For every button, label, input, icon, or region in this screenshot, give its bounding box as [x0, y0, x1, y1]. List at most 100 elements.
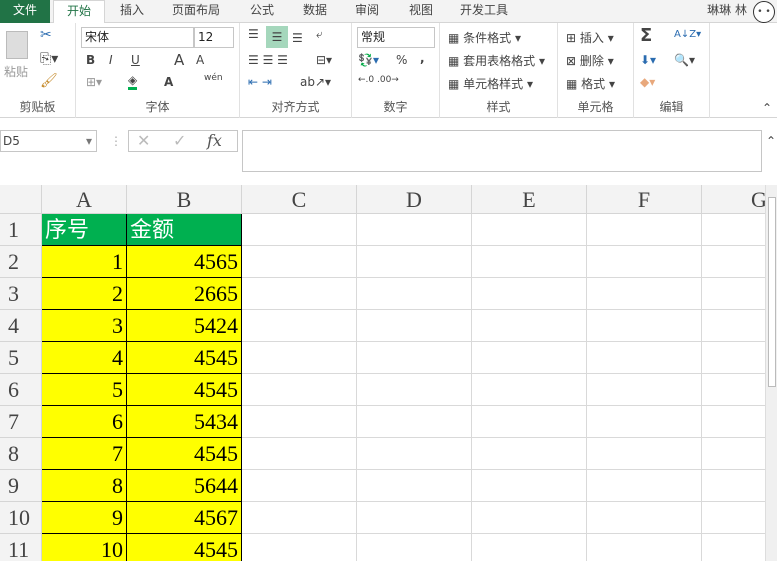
cell-B5[interactable]: 4545: [127, 342, 242, 374]
find-icon[interactable]: 🔍▾: [674, 53, 695, 67]
row-header-11[interactable]: 11: [0, 534, 42, 561]
cell-E3[interactable]: [472, 278, 587, 310]
align-left-icon[interactable]: ☰ ☰ ☰: [248, 53, 288, 67]
grow-font-button[interactable]: A: [174, 51, 184, 69]
indent-icon[interactable]: ⇤ ⇥: [248, 75, 272, 89]
tab-8[interactable]: 开发工具: [460, 0, 508, 23]
cell-E1[interactable]: [472, 214, 587, 246]
percent-button[interactable]: %: [396, 53, 407, 67]
cell-B1[interactable]: 金额: [127, 214, 242, 246]
cell-D2[interactable]: [357, 246, 472, 278]
cell-B11[interactable]: 4545: [127, 534, 242, 561]
cell-A2[interactable]: 1: [42, 246, 127, 278]
cell-C1[interactable]: [242, 214, 357, 246]
cell-G3[interactable]: [702, 278, 765, 310]
cell-D8[interactable]: [357, 438, 472, 470]
cell-E8[interactable]: [472, 438, 587, 470]
currency-icon[interactable]: 💱▾: [358, 53, 379, 67]
align-middle-icon[interactable]: ☰: [266, 26, 288, 48]
cell-D9[interactable]: [357, 470, 472, 502]
align-top-icon[interactable]: ☰: [248, 27, 259, 41]
cell-D4[interactable]: [357, 310, 472, 342]
cell-G2[interactable]: [702, 246, 765, 278]
cell-F9[interactable]: [587, 470, 702, 502]
cell-E5[interactable]: [472, 342, 587, 374]
cell-A9[interactable]: 8: [42, 470, 127, 502]
cell-A4[interactable]: 3: [42, 310, 127, 342]
sort-filter-icon[interactable]: A↓Z▾: [674, 29, 701, 40]
phonetic-button[interactable]: wén: [204, 73, 223, 83]
cell-D3[interactable]: [357, 278, 472, 310]
shrink-font-button[interactable]: A: [196, 53, 204, 67]
cell-D1[interactable]: [357, 214, 472, 246]
cell-C3[interactable]: [242, 278, 357, 310]
cell-F1[interactable]: [587, 214, 702, 246]
row-header-7[interactable]: 7: [0, 406, 42, 438]
border-icon[interactable]: ⊞▾: [86, 75, 102, 89]
cell-F7[interactable]: [587, 406, 702, 438]
cell-E11[interactable]: [472, 534, 587, 561]
column-header-D[interactable]: D: [357, 185, 472, 214]
cell-A1[interactable]: 序号: [42, 214, 127, 246]
row-header-2[interactable]: 2: [0, 246, 42, 278]
name-box[interactable]: D5 ▾: [0, 130, 97, 152]
enter-icon[interactable]: ✓: [173, 131, 186, 150]
font-size-select[interactable]: 12: [194, 27, 234, 48]
cell-B2[interactable]: 4565: [127, 246, 242, 278]
format-as-table-button[interactable]: ▦ 套用表格格式 ▾: [448, 52, 545, 69]
row-header-10[interactable]: 10: [0, 502, 42, 534]
row-header-9[interactable]: 9: [0, 470, 42, 502]
cell-styles-button[interactable]: ▦ 单元格样式 ▾: [448, 75, 533, 92]
avatar[interactable]: • •: [753, 1, 775, 23]
cell-F11[interactable]: [587, 534, 702, 561]
cell-F5[interactable]: [587, 342, 702, 374]
cell-B10[interactable]: 4567: [127, 502, 242, 534]
cell-B6[interactable]: 4545: [127, 374, 242, 406]
wrap-text-icon[interactable]: ⤶: [316, 27, 323, 42]
row-header-1[interactable]: 1: [0, 214, 42, 246]
cell-D11[interactable]: [357, 534, 472, 561]
expand-formula-icon[interactable]: ⌃: [766, 134, 776, 148]
cell-G8[interactable]: [702, 438, 765, 470]
tab-5[interactable]: 数据: [303, 0, 327, 23]
tab-0[interactable]: 文件: [0, 0, 50, 23]
cell-A6[interactable]: 5: [42, 374, 127, 406]
column-header-C[interactable]: C: [242, 185, 357, 214]
tab-1[interactable]: 开始: [53, 0, 105, 24]
cell-A10[interactable]: 9: [42, 502, 127, 534]
autosum-button[interactable]: Σ: [640, 25, 652, 46]
delete-cells-button[interactable]: ⊠ 删除 ▾: [566, 52, 614, 69]
select-all-corner[interactable]: [0, 185, 42, 214]
cell-E10[interactable]: [472, 502, 587, 534]
cell-B4[interactable]: 5424: [127, 310, 242, 342]
cell-G5[interactable]: [702, 342, 765, 374]
insert-function-button[interactable]: fx: [207, 131, 222, 150]
row-header-5[interactable]: 5: [0, 342, 42, 374]
font-color-button[interactable]: A: [164, 75, 173, 89]
format-painter-icon[interactable]: 🖌: [40, 73, 58, 89]
cell-C2[interactable]: [242, 246, 357, 278]
cell-C8[interactable]: [242, 438, 357, 470]
clear-icon[interactable]: ◆▾: [640, 75, 655, 89]
cut-icon[interactable]: ✂: [40, 27, 52, 43]
cell-E2[interactable]: [472, 246, 587, 278]
column-header-A[interactable]: A: [42, 185, 127, 214]
cell-C7[interactable]: [242, 406, 357, 438]
column-header-G[interactable]: G: [702, 185, 765, 214]
number-format-select[interactable]: 常规: [357, 27, 435, 48]
cell-D7[interactable]: [357, 406, 472, 438]
cell-C11[interactable]: [242, 534, 357, 561]
row-header-4[interactable]: 4: [0, 310, 42, 342]
cell-G11[interactable]: [702, 534, 765, 561]
cell-A11[interactable]: 10: [42, 534, 127, 561]
cell-C4[interactable]: [242, 310, 357, 342]
column-header-E[interactable]: E: [472, 185, 587, 214]
user-name[interactable]: 琳琳 林: [707, 0, 747, 20]
cell-A7[interactable]: 6: [42, 406, 127, 438]
cell-F2[interactable]: [587, 246, 702, 278]
merge-center-icon[interactable]: ⊟▾: [316, 53, 332, 67]
cell-A5[interactable]: 4: [42, 342, 127, 374]
fill-color-icon[interactable]: ◈: [128, 73, 138, 90]
cell-G9[interactable]: [702, 470, 765, 502]
row-header-6[interactable]: 6: [0, 374, 42, 406]
